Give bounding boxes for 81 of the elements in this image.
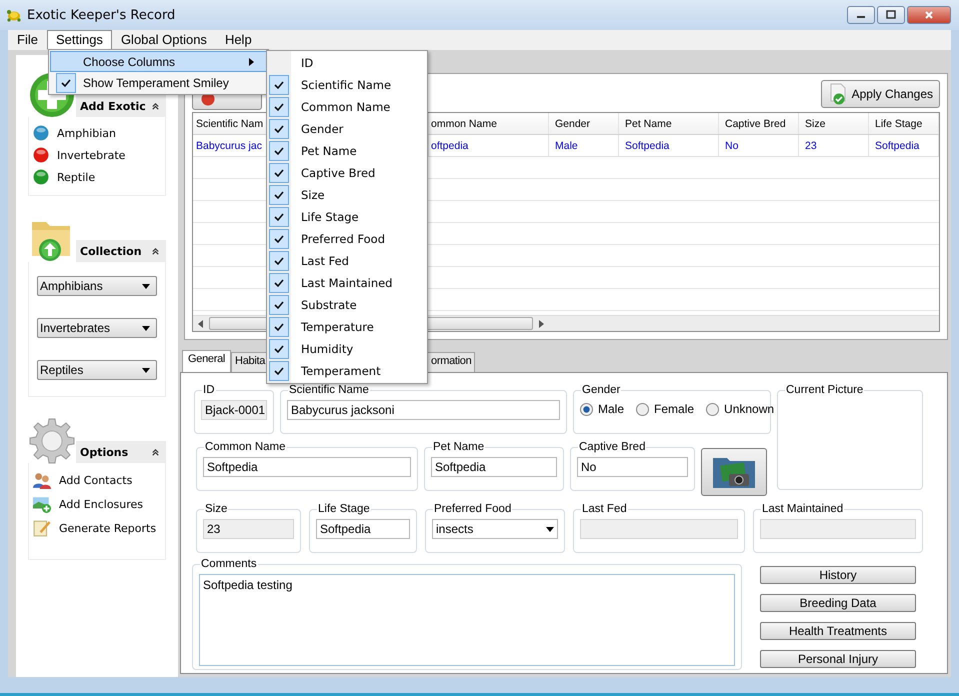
section-title: Options [80,446,128,458]
sidebar-item[interactable]: Reptile [57,170,96,184]
column-header[interactable]: Gender [549,113,619,134]
input-field[interactable]: Softpedia [316,519,410,539]
table-cell: Softpedia [869,135,939,156]
field-label: Life Stage [317,503,371,515]
menu-item[interactable]: File [8,30,47,50]
input-field[interactable]: Bjack-0001 [201,400,267,420]
sidebar-item[interactable]: Add Contacts [59,474,132,486]
window-title: Exotic Keeper's Record [27,8,176,22]
menu-item[interactable]: Humidity [267,338,427,360]
section-header[interactable]: Collection [76,240,166,262]
tab[interactable]: ormation [427,352,476,372]
sidebar-item[interactable]: Add Enclosures [59,498,144,510]
action-button[interactable]: Breeding Data [760,594,916,612]
menu-item[interactable]: Common Name [267,96,427,118]
menu-item[interactable]: Show Temperament Smiley [50,72,267,93]
radio-label: Male [598,402,624,416]
menu-item[interactable]: Last Fed [267,250,427,272]
column-header[interactable]: Captive Bred [719,113,799,134]
comments-field[interactable]: Softpedia testing [199,574,735,666]
menu-item[interactable]: Scientific Name [267,74,427,96]
menu-item[interactable]: Preferred Food [267,228,427,250]
menu-item[interactable]: Substrate [267,294,427,316]
column-header[interactable]: Size [799,113,869,134]
sidebar-item[interactable]: Invertebrate [57,148,126,162]
column-header[interactable]: Pet Name [619,113,719,134]
section-header[interactable]: Options [76,441,166,463]
menu-item[interactable]: Life Stage [267,206,427,228]
field-label: Last Fed [581,503,628,515]
field-label: Current Picture [785,384,864,396]
field-label: ID [202,384,216,396]
menu-item[interactable]: Global Options [112,30,216,50]
section-title: Add Exotic [80,100,146,112]
field-label: Size [204,503,228,515]
field-label: Pet Name [432,441,486,453]
column-header[interactable]: Life Stage [869,113,939,134]
table-cell: No [719,135,799,156]
apply-changes-button[interactable]: Apply Changes [820,80,940,108]
tab[interactable]: General [182,350,232,372]
menu-item[interactable]: Choose Columns [50,51,267,72]
input-field[interactable]: Softpedia [203,457,411,477]
menu-item[interactable]: Gender [267,118,427,140]
table-cell: oftpedia [429,135,549,156]
field-label: Gender [581,384,622,396]
menu-item[interactable]: ID [267,52,427,74]
field-label: Preferred Food [433,503,512,515]
section-title: Collection [80,244,142,258]
menu-item[interactable]: Help [216,30,261,50]
section-header[interactable]: Add Exotic [76,95,166,117]
field-label: Last Maintained [761,503,844,515]
menu-item[interactable]: Pet Name [267,140,427,162]
table-cell: 23 [799,135,869,156]
radio-label: Unknown [724,402,774,416]
input-field[interactable]: Babycurus jacksoni [287,400,560,420]
field-label: Common Name [204,441,287,453]
dropdown[interactable]: Invertebrates [37,318,157,338]
menu-item[interactable]: Temperature [267,316,427,338]
action-button[interactable]: Personal Injury [760,650,916,668]
input-field[interactable]: No [577,457,688,477]
field-label: Comments [200,558,258,570]
radio-label: Female [654,402,694,416]
dropdown[interactable]: Reptiles [37,360,157,380]
menu-item[interactable]: Size [267,184,427,206]
action-button[interactable]: Health Treatments [760,622,916,640]
input-field[interactable]: Softpedia [431,457,557,477]
menu-item[interactable]: Temperament [267,360,427,382]
sidebar-item[interactable]: Generate Reports [59,522,156,534]
field-label: Captive Bred [578,441,646,453]
input-field[interactable]: 23 [203,519,294,539]
action-button[interactable]: History [760,566,916,584]
menu-item[interactable]: Captive Bred [267,162,427,184]
table-cell: Male [549,135,619,156]
column-header[interactable]: ommon Name [429,113,549,134]
menu-item[interactable]: Last Maintained [267,272,427,294]
field-label: Scientific Name [288,384,370,396]
sidebar-item[interactable]: Amphibian [57,126,116,140]
dropdown[interactable]: Amphibians [37,276,157,296]
table-cell: Softpedia [619,135,719,156]
menu-item[interactable]: Settings [46,30,112,50]
dropdown[interactable]: insects [432,519,558,539]
